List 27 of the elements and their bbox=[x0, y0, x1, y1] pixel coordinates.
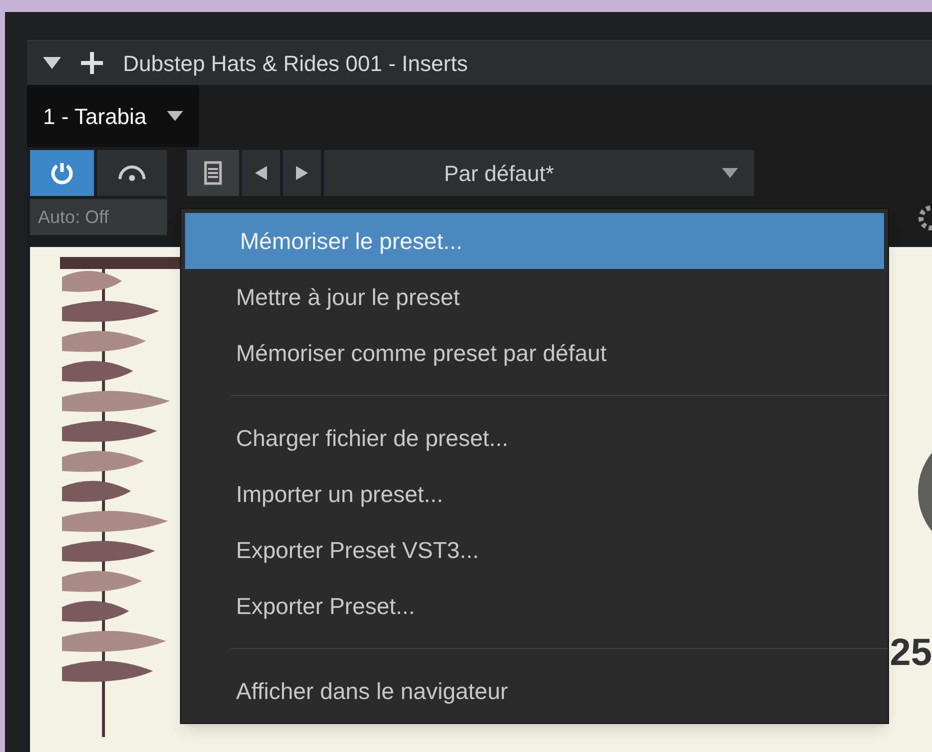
menu-item[interactable]: Mettre à jour le preset bbox=[181, 269, 888, 325]
collapse-icon[interactable] bbox=[43, 57, 61, 69]
menu-item[interactable]: Exporter Preset VST3... bbox=[181, 522, 888, 578]
menu-item[interactable]: Afficher dans le navigateur bbox=[181, 663, 888, 719]
plugin-number: 25 bbox=[890, 631, 932, 676]
caret-icon bbox=[722, 168, 738, 178]
right-arrow-icon bbox=[296, 166, 308, 180]
preset-menu-button[interactable] bbox=[187, 150, 239, 196]
power-icon bbox=[50, 161, 74, 185]
document-icon bbox=[204, 161, 222, 185]
gear-icon[interactable] bbox=[918, 205, 932, 231]
menu-item[interactable]: Exporter Preset... bbox=[181, 578, 888, 634]
caret-icon bbox=[166, 111, 183, 121]
preset-dropdown[interactable]: Par défaut* bbox=[324, 150, 754, 196]
monitor-button[interactable] bbox=[97, 150, 167, 196]
previous-preset-button[interactable] bbox=[242, 150, 280, 196]
arc-icon bbox=[117, 165, 147, 181]
tab[interactable]: 1 - Tarabia bbox=[27, 85, 199, 147]
menu-item[interactable]: Charger fichier de preset... bbox=[181, 410, 888, 466]
menu-item[interactable]: Importer un preset... bbox=[181, 466, 888, 522]
next-preset-button[interactable] bbox=[283, 150, 321, 196]
automation-button[interactable]: Auto: Off bbox=[30, 199, 167, 235]
add-icon[interactable] bbox=[81, 52, 103, 74]
window-title: Dubstep Hats & Rides 001 - Inserts bbox=[123, 50, 468, 78]
power-button[interactable] bbox=[30, 150, 94, 196]
left-arrow-icon bbox=[255, 166, 267, 180]
menu-item[interactable]: Mémoriser comme preset par défaut bbox=[181, 325, 888, 381]
